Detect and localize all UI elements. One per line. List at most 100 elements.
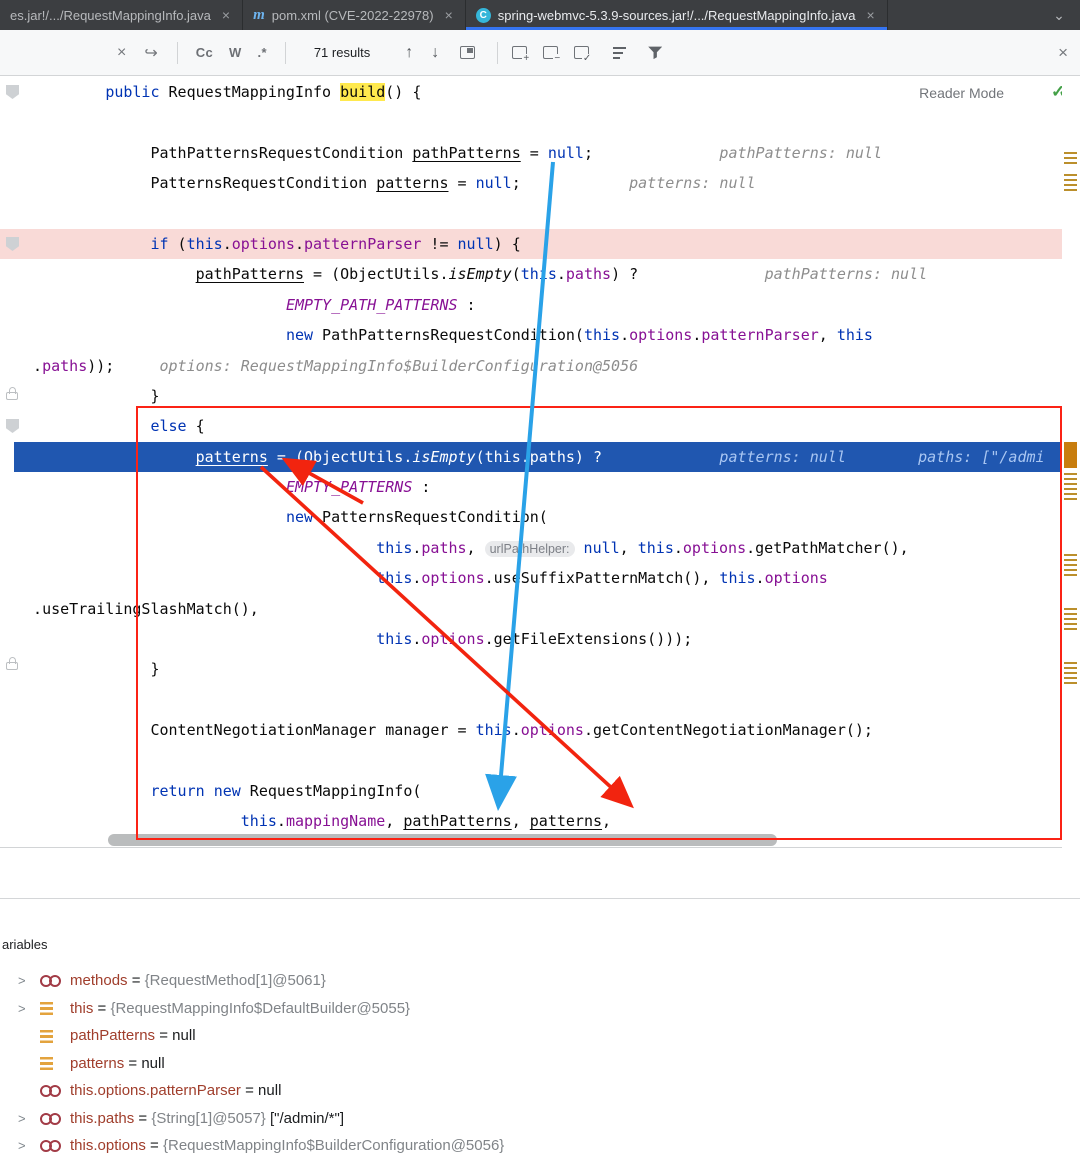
code-line-13[interactable]: patterns = (ObjectUtils.isEmpty(this.pat… [0,442,1062,472]
variable-row-patterns[interactable]: patterns = null [0,1050,1080,1078]
error-stripe[interactable] [1062,77,1080,848]
editor-tabs: es.jar!/.../RequestMappingInfo.java×mpom… [0,0,888,30]
watch-icon [40,1113,59,1124]
equals: = [146,1137,163,1154]
reader-mode-label[interactable]: Reader Mode [919,85,1004,101]
expand-chevron-icon[interactable]: > [14,1138,40,1153]
code-line-17[interactable]: this.options.useSuffixPatternMatch(), th… [0,563,1062,593]
inline-debugger-hint: pathPatterns: null [593,144,882,162]
equals: = [128,972,145,989]
code-line-18[interactable]: .useTrailingSlashMatch(), [0,594,1062,624]
tab-close-icon[interactable]: × [866,7,874,23]
separator [177,42,178,64]
code-line-23[interactable] [0,746,1062,776]
code-line-19[interactable]: this.options.getFileExtensions())); [0,624,1062,654]
expand-chevron-icon[interactable]: > [14,973,40,988]
filter-funnel-icon[interactable] [648,46,662,60]
editor-tab-2[interactable]: mpom.xml (CVE-2022-22978)× [243,0,466,30]
variables-rows: >methods = {RequestMethod[1]@5061}>this … [0,967,1080,1160]
variable-name: patterns [70,1055,124,1072]
variable-row-this.options[interactable]: >this.options = {RequestMappingInfo$Buil… [0,1132,1080,1160]
clear-search-icon[interactable]: × [117,44,126,62]
code-line-14[interactable]: EMPTY_PATTERNS : [0,472,1062,502]
variable-row-this.options.patternParser[interactable]: this.options.patternParser = null [0,1077,1080,1105]
occurrence-filter-icons: + − ✓ [512,46,589,59]
editor-tab-bar: es.jar!/.../RequestMappingInfo.java×mpom… [0,0,1080,30]
code-line-20[interactable]: } [0,654,1062,684]
equals: = [124,1055,141,1072]
close-find-bar-icon[interactable]: × [1058,43,1068,63]
param-name-hint: urlPathHelper: [485,541,575,557]
variable-value: {String[1]@5057} [151,1110,265,1127]
regex-toggle[interactable]: .* [258,45,267,60]
variable-row-this[interactable]: >this = {RequestMappingInfo$DefaultBuild… [0,995,1080,1023]
equals: = [155,1027,172,1044]
variable-value: null [258,1082,281,1099]
tab-close-icon[interactable]: × [222,7,230,23]
editor-tab-1[interactable]: es.jar!/.../RequestMappingInfo.java× [0,0,243,30]
code-line-2[interactable] [0,107,1062,137]
code-editor[interactable]: public RequestMappingInfo build() { Path… [0,77,1062,848]
code-line-1[interactable]: public RequestMappingInfo build() { [0,77,1062,107]
code-line-24[interactable]: return new RequestMappingInfo( [0,776,1062,806]
occurrence-filter-icon-2[interactable]: − [543,46,558,59]
code-line-15[interactable]: new PatternsRequestCondition( [0,502,1062,532]
search-history-icon[interactable]: ↪ [144,43,157,63]
match-case-toggle[interactable]: Cc [196,45,213,60]
tab-close-icon[interactable]: × [445,7,453,23]
expand-chevron-icon[interactable]: > [14,1001,40,1016]
gutter-lock-icon [6,392,18,400]
code-line-16[interactable]: this.paths, urlPathHelper: null, this.op… [0,533,1062,563]
code-line-22[interactable]: ContentNegotiationManager manager = this… [0,715,1062,745]
variable-row-pathPatterns[interactable]: pathPatterns = null [0,1022,1080,1050]
code-line-6[interactable]: if (this.options.patternParser != null) … [0,229,1062,259]
occurrence-filter-icon-1[interactable]: + [512,46,527,59]
field-icon [40,1030,53,1043]
variable-preview: ["/admin/*"] [266,1110,344,1127]
maven-icon: m [253,7,265,24]
equals: = [134,1110,151,1127]
tab-label: spring-webmvc-5.3.9-sources.jar!/.../Req… [498,8,856,23]
editor-tab-3[interactable]: Cspring-webmvc-5.3.9-sources.jar!/.../Re… [466,0,888,30]
separator [285,42,286,64]
variable-name: this.paths [70,1110,134,1127]
field-icon [40,1002,53,1015]
occurrence-filter-icon-3[interactable]: ✓ [574,46,589,59]
variables-panel-label: ariables [2,937,48,952]
previous-occurrence-icon[interactable]: ↑ [405,44,413,62]
hidden-tabs-chevron-icon[interactable]: ⌄ [1038,0,1080,30]
variable-name: this [70,1000,93,1017]
separator [497,42,498,64]
search-match-highlight: build [340,83,385,101]
code-line-7[interactable]: pathPatterns = (ObjectUtils.isEmpty(this… [0,259,1062,289]
code-line-9[interactable]: new PathPatternsRequestCondition(this.op… [0,320,1062,350]
code-line-5[interactable] [0,199,1062,229]
expand-chevron-icon[interactable]: > [14,1111,40,1126]
variable-name: methods [70,972,128,989]
code-line-8[interactable]: EMPTY_PATH_PATTERNS : [0,290,1062,320]
variable-value: null [141,1055,164,1072]
code-line-12[interactable]: else { [0,411,1062,441]
open-in-find-window-icon[interactable] [460,46,475,59]
code-line-21[interactable] [0,685,1062,715]
filter-lines-icon[interactable] [613,47,626,59]
results-count: 71 results [314,45,370,60]
code-line-3[interactable]: PathPatternsRequestCondition pathPattern… [0,138,1062,168]
class-icon: C [476,8,491,23]
whole-words-toggle[interactable]: W [229,45,242,60]
debugger-variables-panel: ariables >methods = {RequestMethod[1]@50… [0,898,1080,1174]
code-line-10[interactable]: .paths)); options: RequestMappingInfo$Bu… [0,351,1062,381]
variable-row-this.paths[interactable]: > this.paths = {String[1]@5057} ["/admin/… [0,1105,1080,1133]
horizontal-scrollbar[interactable] [108,834,777,846]
find-toolbar: × ↪ Cc W .* 71 results ↑ ↓ + − ✓ × [0,30,1080,76]
watch-icon [40,975,59,986]
variable-value: {RequestMappingInfo$DefaultBuilder@5055} [110,1000,410,1017]
variable-row-methods[interactable]: >methods = {RequestMethod[1]@5061} [0,967,1080,995]
code-line-4[interactable]: PatternsRequestCondition patterns = null… [0,168,1062,198]
variable-name: pathPatterns [70,1027,155,1044]
code-line-25[interactable]: this.mappingName, pathPatterns, patterns… [0,806,1062,836]
error-stripe-current-block[interactable] [1064,442,1077,468]
code-line-11[interactable]: } [0,381,1062,411]
next-occurrence-icon[interactable]: ↓ [431,44,439,62]
watch-icon [40,1140,59,1151]
